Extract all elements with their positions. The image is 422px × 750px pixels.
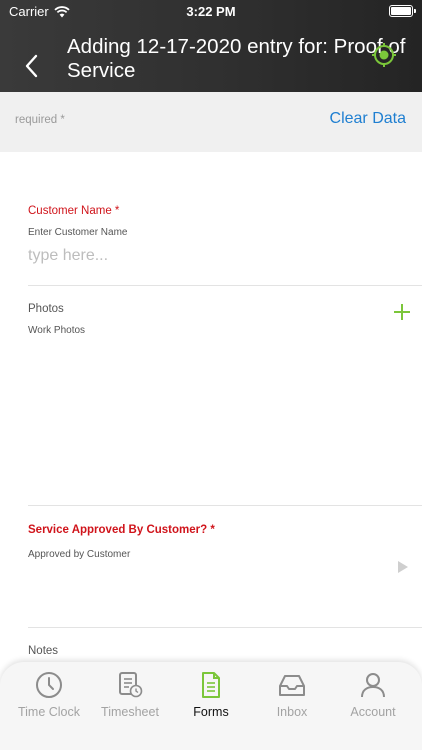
clock-icon	[36, 672, 62, 698]
tab-time-clock[interactable]: Time Clock	[7, 670, 91, 719]
app-header: Carrier 3:22 PM Adding 12-17-2020 entry …	[0, 0, 422, 92]
service-approved-field: Service Approved By Customer? * Approved…	[28, 524, 422, 560]
status-time: 3:22 PM	[186, 4, 236, 19]
photos-sublabel: Work Photos	[28, 325, 86, 336]
tab-label: Forms	[193, 705, 229, 719]
tab-label: Time Clock	[17, 705, 81, 719]
customer-name-field: Customer Name * Enter Customer Name type…	[28, 205, 422, 265]
tab-timesheet[interactable]: Timesheet	[88, 670, 172, 719]
tab-inbox[interactable]: Inbox	[250, 670, 334, 719]
location-target-icon[interactable]	[371, 42, 397, 68]
divider	[28, 505, 422, 506]
tab-account[interactable]: Account	[331, 670, 415, 719]
photos-label: Photos	[28, 303, 64, 315]
battery-icon	[389, 5, 416, 17]
account-icon	[361, 673, 385, 698]
entry-form: Customer Name * Enter Customer Name type…	[0, 152, 422, 672]
customer-name-input[interactable]: type here...	[28, 247, 422, 265]
timesheet-icon	[119, 672, 143, 698]
add-photo-plus-icon[interactable]	[392, 302, 412, 322]
photos-field: Photos Work Photos	[28, 303, 422, 336]
tab-bar: Time Clock Timesheet Forms Inbox Account	[0, 662, 422, 750]
customer-name-label: Customer Name *	[28, 205, 120, 217]
form-toolbar: required * Clear Data	[0, 92, 422, 152]
divider	[28, 627, 422, 628]
customer-name-sublabel: Enter Customer Name	[28, 227, 128, 238]
forms-icon	[202, 672, 220, 698]
play-triangle-icon[interactable]	[397, 560, 409, 574]
service-approved-sublabel: Approved by Customer	[28, 549, 131, 560]
notes-field: Notes	[28, 645, 422, 657]
back-button[interactable]	[16, 48, 46, 84]
chevron-left-icon	[25, 54, 38, 78]
inbox-icon	[279, 675, 305, 696]
divider	[28, 285, 422, 286]
service-approved-label: Service Approved By Customer? *	[28, 524, 215, 536]
tab-forms[interactable]: Forms	[169, 670, 253, 719]
status-bar: Carrier 3:22 PM	[0, 0, 422, 22]
tab-label: Inbox	[276, 705, 308, 719]
notes-label: Notes	[28, 645, 59, 657]
tab-label: Account	[350, 705, 396, 719]
clear-data-button[interactable]: Clear Data	[330, 110, 406, 128]
required-legend: required *	[15, 114, 65, 126]
tab-label: Timesheet	[101, 705, 159, 719]
page-title: Adding 12-17-2020 entry for: Proof of Se…	[67, 35, 406, 82]
